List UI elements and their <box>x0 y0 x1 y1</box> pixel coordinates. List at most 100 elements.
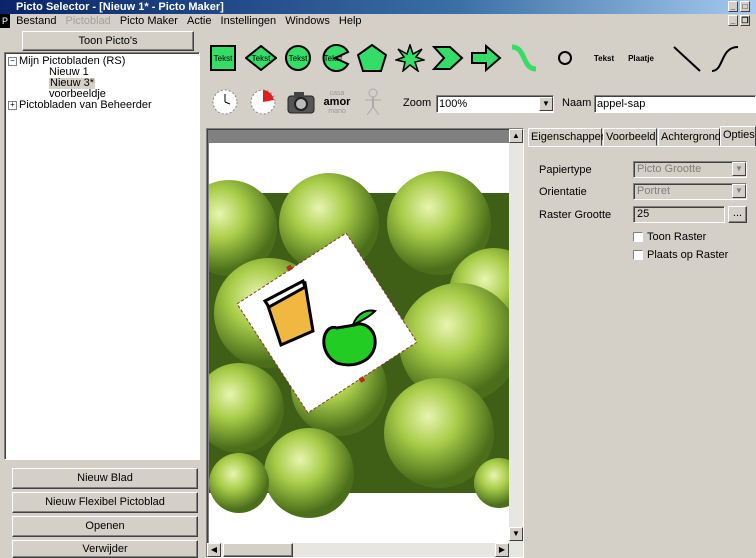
papiertype-chevron-down-icon[interactable]: ▼ <box>732 162 746 176</box>
arrow-tool[interactable] <box>470 44 502 72</box>
nieuw-blad-button[interactable]: Nieuw Blad <box>12 468 198 489</box>
minimize-button[interactable]: _ <box>728 1 738 12</box>
canvas-page[interactable] <box>209 143 509 555</box>
plaats-op-raster-label: Plaats op Raster <box>647 249 729 261</box>
window-title: Picto Selector - [Nieuw 1* - Picto Maker… <box>16 1 224 13</box>
tab-opties[interactable]: Opties <box>720 126 756 147</box>
tekst-pie-tool[interactable]: Tekst <box>320 44 350 72</box>
maximize-button[interactable]: □ <box>740 1 750 12</box>
papiertype-select[interactable]: Picto Grootte ▼ <box>633 161 747 178</box>
tab-opties-label: Opties <box>723 129 755 141</box>
menu-bestand[interactable]: Bestand <box>13 14 59 28</box>
chevron-arrow-tool[interactable] <box>432 45 464 71</box>
ellipse-tool[interactable] <box>552 45 578 71</box>
expand-icon[interactable]: + <box>8 101 17 110</box>
zoom-value: 100% <box>439 98 468 110</box>
scroll-down-icon[interactable]: ▼ <box>509 527 523 541</box>
camera-icon[interactable] <box>285 87 317 117</box>
verwijder-label: Verwijder <box>82 543 128 555</box>
menu-help[interactable]: Help <box>336 14 365 28</box>
menu-windows[interactable]: Windows <box>282 14 333 28</box>
naam-value: appel-sap <box>597 98 646 110</box>
plain-tekst-tool[interactable]: Tekst <box>588 45 620 71</box>
raster-grootte-label: Raster Grootte <box>539 209 612 221</box>
tab-voorbeeld-label: Voorbeeld <box>606 131 656 143</box>
papiertype-label: Papiertype <box>539 164 592 176</box>
amor-main-label: amor <box>323 95 351 108</box>
app-menu-icon: P <box>0 14 11 28</box>
raster-grootte-browse-button[interactable]: ... <box>728 206 747 223</box>
curve-tool[interactable] <box>510 44 538 72</box>
raster-grootte-input[interactable]: 25 <box>633 206 725 223</box>
pictoblad-tree[interactable]: − Mijn Pictobladen (RS) Nieuw 1 Nieuw 3*… <box>4 52 200 460</box>
toon-pictos-button[interactable]: Toon Picto's <box>22 31 194 51</box>
naam-input[interactable]: appel-sap <box>594 95 756 113</box>
naam-label: Naam <box>562 97 592 109</box>
nieuw-flexibel-pictoblad-button[interactable]: Nieuw Flexibel Pictoblad <box>12 492 198 513</box>
title-bar: Picto Selector - [Nieuw 1* - Picto Maker… <box>0 0 756 14</box>
menu-picto-maker[interactable]: Picto Maker <box>117 14 181 28</box>
tekst-circle-label: Tekst <box>289 54 308 63</box>
nieuw-flexibel-label: Nieuw Flexibel Pictoblad <box>45 496 165 508</box>
papiertype-value: Picto Grootte <box>637 163 702 175</box>
plaatje-label: Plaatje <box>628 53 654 63</box>
tab-voorbeeld[interactable]: Voorbeeld <box>603 128 657 146</box>
amor-bottom-label: mano <box>328 107 346 115</box>
menu-bar: P Bestand Pictoblad Picto Maker Actie In… <box>0 14 756 28</box>
tekst-rect-tool[interactable]: Tekst <box>210 45 236 71</box>
apple-icon <box>322 322 377 367</box>
menu-instellingen[interactable]: Instellingen <box>218 14 280 28</box>
scroll-up-icon[interactable]: ▲ <box>509 129 523 143</box>
tekst-pie-label: Tekst <box>324 54 343 63</box>
child-minimize-button[interactable]: _ <box>728 15 738 26</box>
openen-label: Openen <box>85 520 125 532</box>
canvas-viewport[interactable]: ▲ ▼ ◀ ▶ <box>206 128 524 558</box>
menu-pictoblad[interactable]: Pictoblad <box>63 14 114 28</box>
tekst-diamond-label: Tekst <box>252 54 271 63</box>
timer-icon[interactable] <box>245 87 281 117</box>
horizontal-scroll-thumb[interactable] <box>223 543 293 557</box>
plain-tekst-label: Tekst <box>593 53 615 63</box>
tab-eigenschappen-label: Eigenschappen <box>531 131 607 143</box>
scroll-right-icon[interactable]: ▶ <box>495 543 509 557</box>
tekst-circle-tool[interactable]: Tekst <box>284 45 312 71</box>
tab-achtergrond-label: Achtergrond <box>661 131 721 143</box>
nieuw-blad-label: Nieuw Blad <box>77 472 133 484</box>
openen-button[interactable]: Openen <box>12 516 198 537</box>
curve-line-tool[interactable] <box>708 45 742 72</box>
child-restore-button[interactable]: ❐ <box>740 15 750 26</box>
toon-raster-checkbox[interactable] <box>633 232 643 242</box>
vertical-scrollbar[interactable]: ▲ ▼ <box>509 129 523 557</box>
scroll-left-icon[interactable]: ◀ <box>207 543 221 557</box>
tekst-diamond-tool[interactable]: Tekst <box>245 45 277 71</box>
line-tool[interactable] <box>670 45 704 72</box>
orientatie-label: Orientatie <box>539 186 587 198</box>
toon-raster-label: Toon Raster <box>647 231 707 243</box>
tab-eigenschappen[interactable]: Eigenschappen <box>528 128 607 146</box>
orientatie-chevron-down-icon[interactable]: ▼ <box>732 184 746 198</box>
orientatie-select[interactable]: Portret ▼ <box>633 183 747 200</box>
plaats-op-raster-checkbox[interactable] <box>633 250 643 260</box>
zoom-select[interactable]: 100% ▼ <box>436 95 554 113</box>
tab-achtergrond[interactable]: Achtergrond <box>658 128 721 146</box>
tree-item-pictobladen-beheerder[interactable]: Pictobladen van Beheerder <box>19 100 152 111</box>
menu-actie[interactable]: Actie <box>184 14 214 28</box>
chevron-down-icon[interactable]: ▼ <box>539 97 553 111</box>
plaatje-tool[interactable]: Plaatje <box>624 45 658 71</box>
orientatie-value: Portret <box>637 185 671 197</box>
opties-panel: Papiertype Picto Grootte ▼ Orientatie Po… <box>528 146 756 558</box>
horizontal-scrollbar[interactable]: ◀ ▶ <box>207 543 509 557</box>
person-icon[interactable] <box>358 87 388 117</box>
starburst-tool[interactable] <box>395 44 425 72</box>
pentagon-tool[interactable] <box>357 44 387 72</box>
clock-icon[interactable] <box>208 87 242 117</box>
verwijder-button[interactable]: Verwijder <box>12 540 198 558</box>
toon-pictos-label: Toon Picto's <box>78 35 138 47</box>
raster-grootte-value: 25 <box>637 208 650 220</box>
tekst-rect-label: Tekst <box>214 54 233 63</box>
canvas-drawing <box>209 171 509 518</box>
collapse-icon[interactable]: − <box>8 57 17 66</box>
raster-browse-label: ... <box>732 207 743 219</box>
amor-text-tool[interactable]: casa amor mano <box>320 87 354 117</box>
zoom-label: Zoom <box>403 97 432 109</box>
